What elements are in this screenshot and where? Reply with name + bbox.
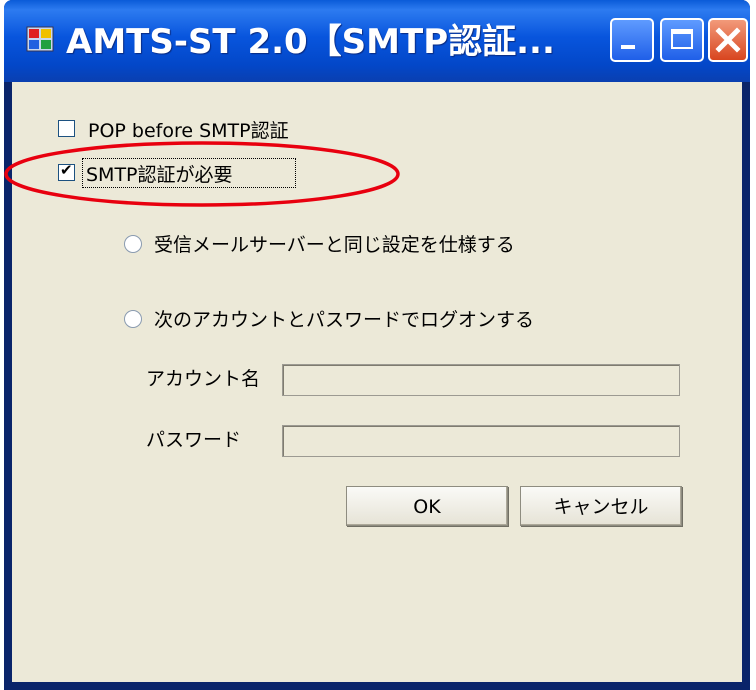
maximize-icon [671,29,693,49]
cancel-button[interactable]: キャンセル [520,486,682,526]
close-button[interactable] [708,18,748,62]
pop-before-smtp-checkbox[interactable] [58,120,75,137]
minimize-button[interactable] [610,18,654,62]
pop-before-smtp-label[interactable]: POP before SMTP認証 [88,116,289,143]
minimize-icon [621,45,635,49]
logon-with-account-radio[interactable] [124,310,142,328]
same-as-incoming-radio[interactable] [124,235,142,253]
app-icon [26,26,54,52]
password-label: パスワード [146,429,242,451]
annotation-ellipse [4,141,400,207]
account-name-field[interactable] [282,364,680,396]
dialog-window: AMTS-ST 2.0【SMTP認証... POP before SMTP認証 … [4,0,750,690]
account-name-label: アカウント名 [146,368,261,390]
password-field[interactable] [282,425,680,457]
maximize-button[interactable] [660,18,704,62]
logon-with-account-label[interactable]: 次のアカウントとパスワードでログオンする [154,305,534,332]
close-icon [715,27,741,53]
window-title: AMTS-ST 2.0【SMTP認証... [66,22,555,62]
ok-button[interactable]: OK [346,486,508,526]
same-as-incoming-label[interactable]: 受信メールサーバーと同じ設定を仕様する [154,230,515,257]
title-bar[interactable]: AMTS-ST 2.0【SMTP認証... [4,0,750,82]
